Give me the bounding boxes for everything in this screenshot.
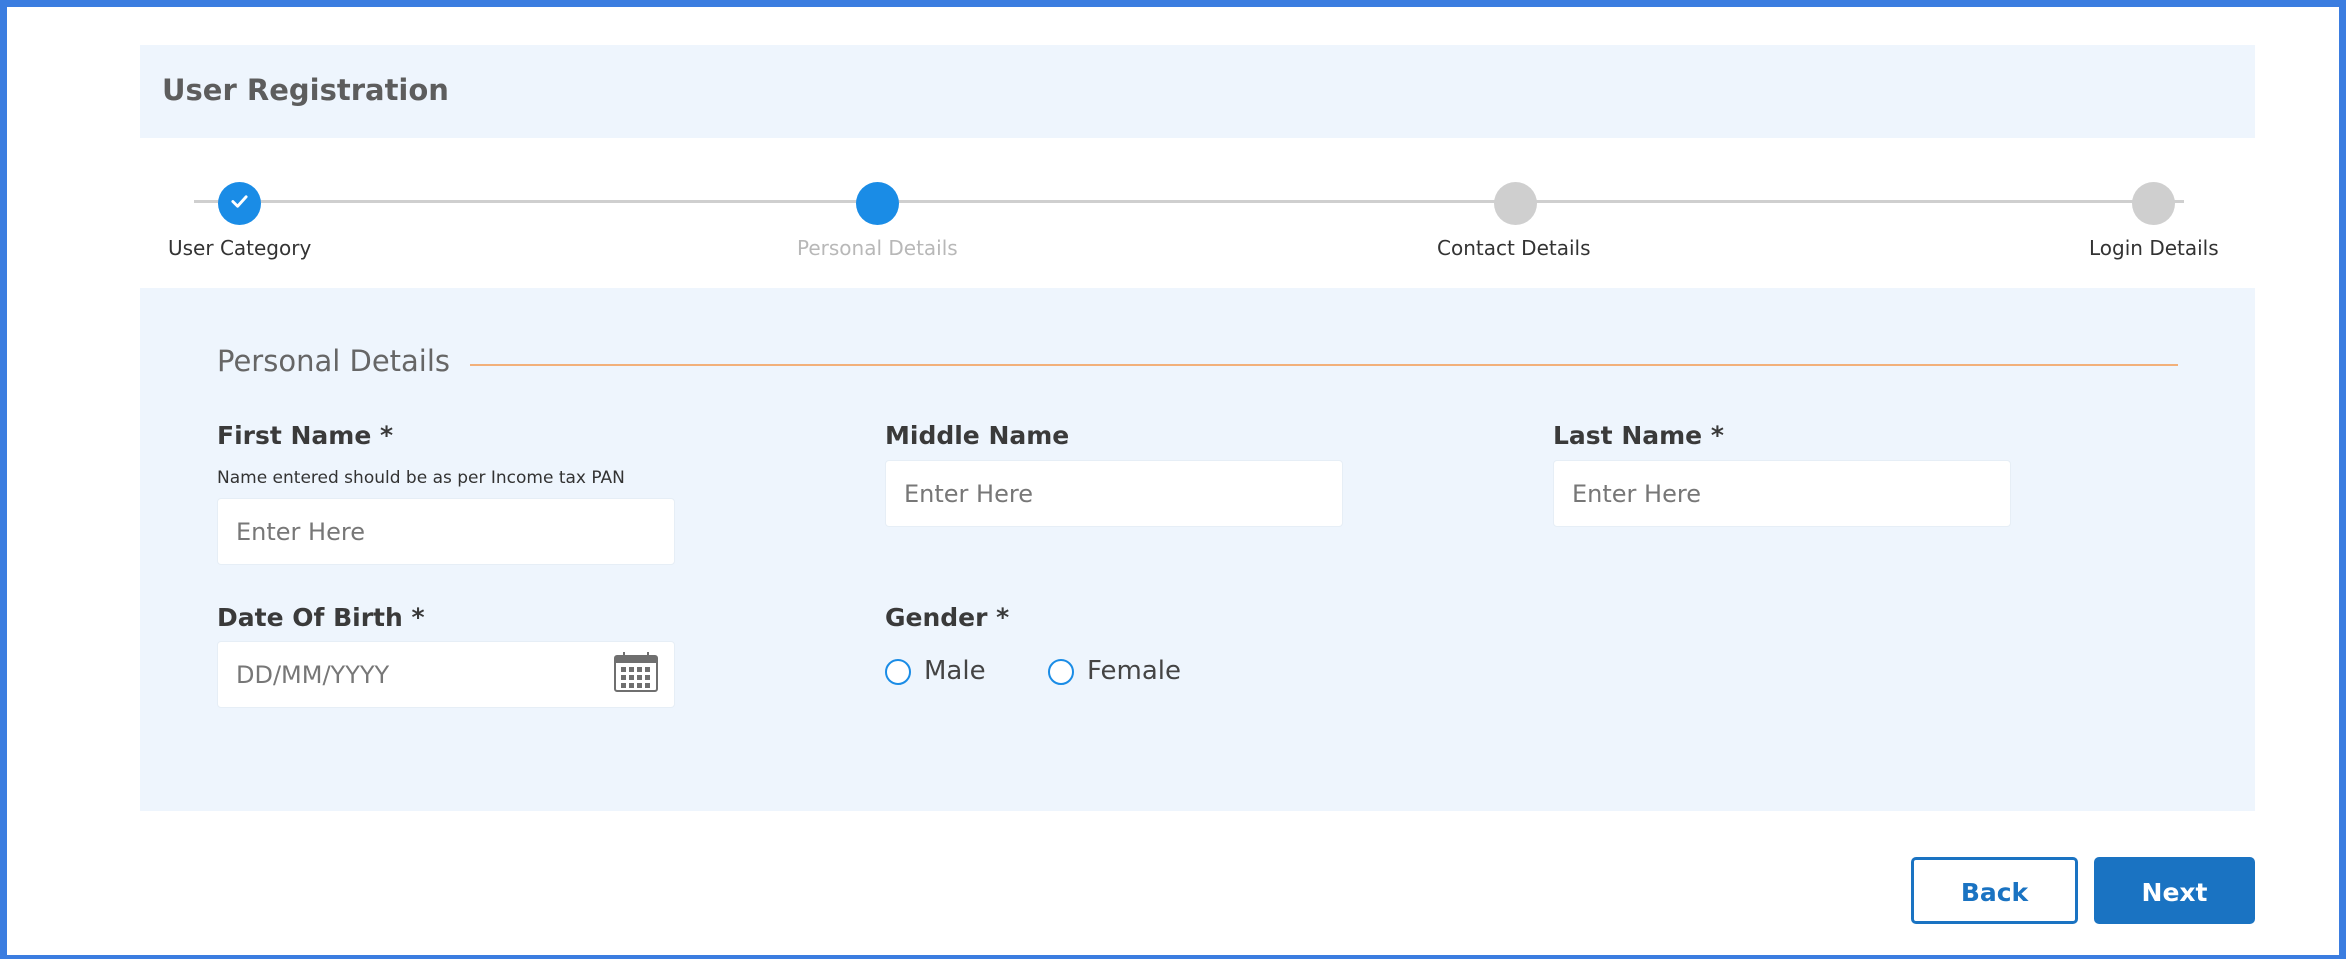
page-title: User Registration <box>162 73 449 107</box>
step-personal-details-label: Personal Details <box>797 236 958 260</box>
last-name-label: Last Name * <box>1553 421 1724 450</box>
app-frame: User Registration User Category Personal… <box>0 0 2346 959</box>
check-icon <box>231 195 248 208</box>
step-login-details-label: Login Details <box>2089 236 2219 260</box>
step-personal-details-dot[interactable] <box>856 182 899 225</box>
gender-female-radio[interactable] <box>1048 659 1074 685</box>
gender-male-radio[interactable] <box>885 659 911 685</box>
calendar-icon[interactable] <box>614 652 658 692</box>
gender-male-label[interactable]: Male <box>924 656 986 686</box>
step-contact-details-label: Contact Details <box>1437 236 1591 260</box>
middle-name-input[interactable] <box>885 460 1343 527</box>
stepper-track <box>194 200 2184 203</box>
back-button[interactable]: Back <box>1911 857 2078 924</box>
registration-stepper: User Category Personal Details Contact D… <box>140 172 2255 272</box>
step-user-category-label: User Category <box>168 236 312 260</box>
dob-label: Date Of Birth * <box>217 603 425 632</box>
first-name-label: First Name * <box>217 421 394 450</box>
section-divider <box>470 364 2178 366</box>
step-contact-details-dot[interactable] <box>1494 182 1537 225</box>
gender-female-label[interactable]: Female <box>1087 656 1181 686</box>
first-name-input[interactable] <box>217 498 675 565</box>
last-name-input[interactable] <box>1553 460 2011 527</box>
page-header: User Registration <box>140 45 2255 138</box>
section-title: Personal Details <box>217 344 451 378</box>
gender-label: Gender * <box>885 603 1010 632</box>
dob-input[interactable] <box>217 641 675 708</box>
step-login-details-dot[interactable] <box>2132 182 2175 225</box>
middle-name-label: Middle Name <box>885 421 1070 450</box>
next-button[interactable]: Next <box>2094 857 2255 924</box>
personal-details-panel: Personal Details First Name * Name enter… <box>140 288 2255 811</box>
step-user-category-dot[interactable] <box>218 182 261 225</box>
first-name-hint: Name entered should be as per Income tax… <box>217 468 625 488</box>
